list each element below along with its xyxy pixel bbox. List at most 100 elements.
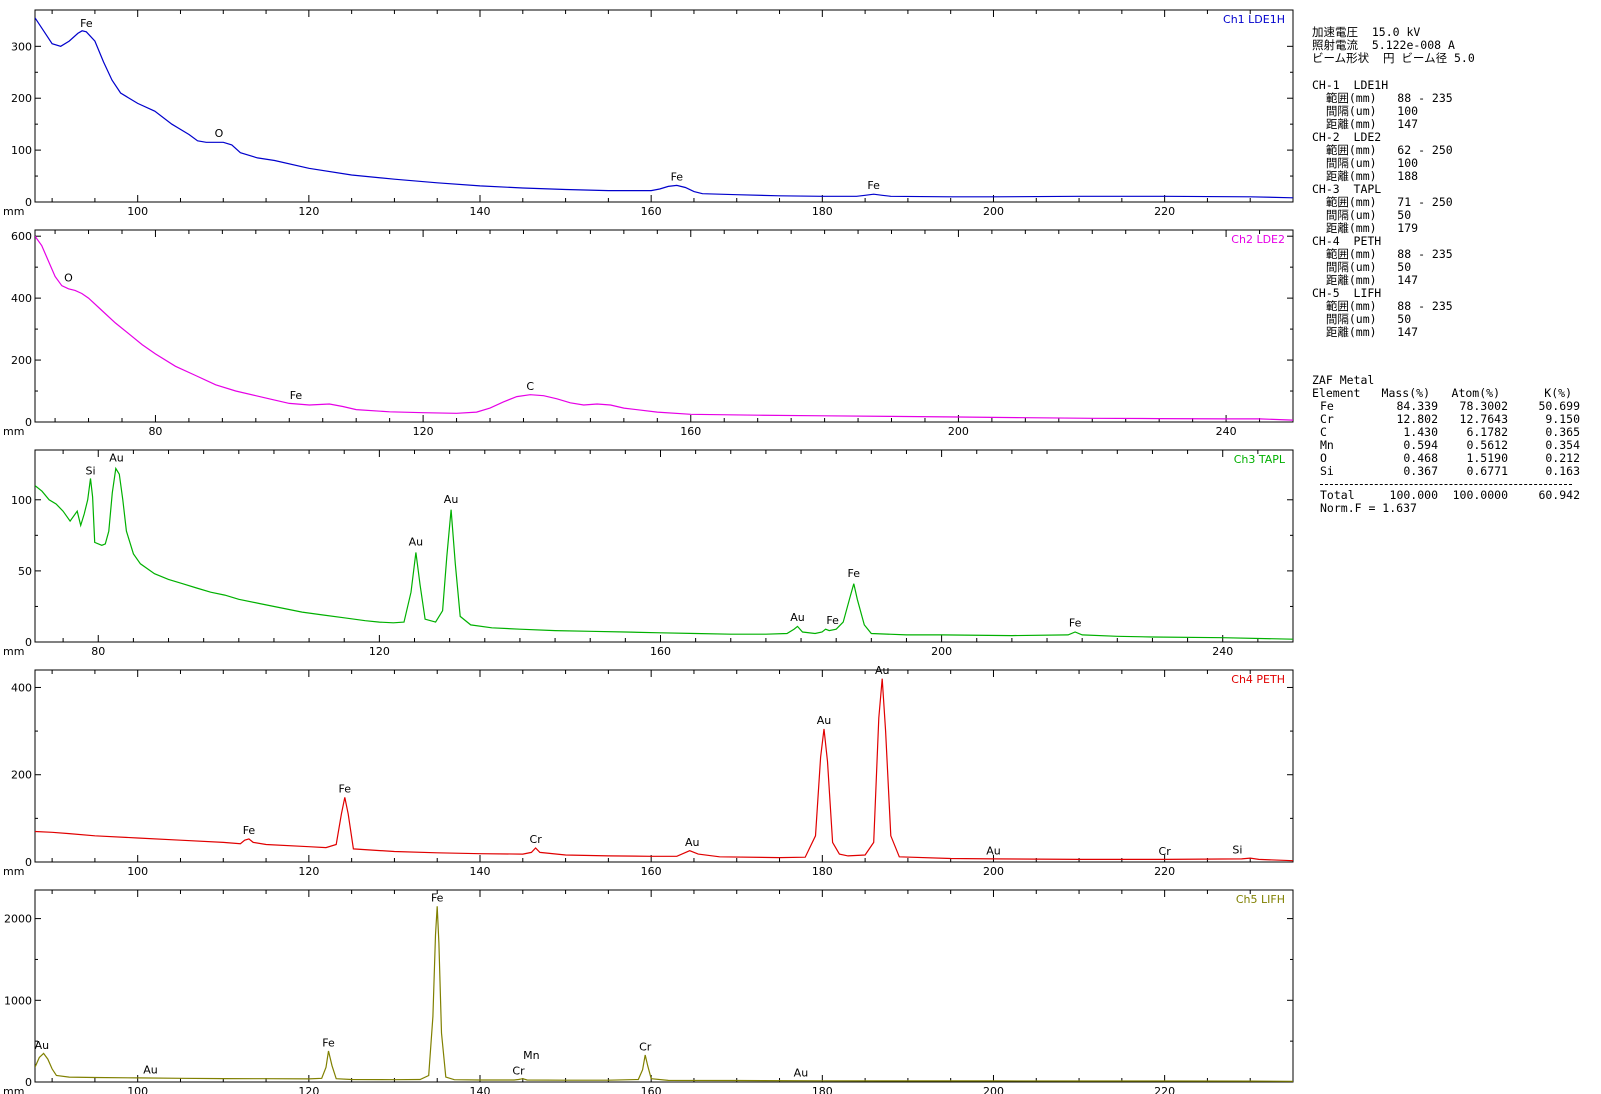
peak-label-au: Au (143, 1064, 158, 1077)
channel-title: Ch5 LIFH (1236, 893, 1285, 906)
x-tick-label: 180 (812, 205, 833, 218)
plot-frame (34, 889, 1294, 1083)
x-tick-label: 200 (948, 425, 969, 438)
zaf-cell: 100.0000 (1452, 488, 1508, 502)
channel-distance: 距離(mm) 147 (1312, 325, 1419, 339)
x-tick-label: 100 (127, 1085, 148, 1094)
peak-label-fe: Fe (243, 824, 256, 837)
y-tick-label: 100 (11, 494, 32, 507)
peak-label-c: C (526, 380, 534, 393)
series-line-1 (35, 678, 1293, 862)
x-tick-label: 160 (641, 865, 662, 878)
x-tick-label: 220 (1154, 205, 1175, 218)
x-tick-label: 120 (298, 1085, 319, 1094)
x-tick-label: 140 (470, 205, 491, 218)
peak-label-au: Au (817, 714, 832, 727)
peak-label-si: Si (1232, 844, 1242, 857)
x-tick-label: 200 (931, 645, 952, 658)
x-tick-label: 80 (91, 645, 105, 658)
x-tick-label: 180 (812, 1085, 833, 1094)
zaf-row: Si 0.367 0.6771 0.163 (1312, 465, 1596, 478)
x-tick-label: 140 (470, 865, 491, 878)
peak-label-cr: Cr (512, 1065, 525, 1078)
zaf-cell: Si (1320, 464, 1334, 478)
peak-label-au: Au (790, 611, 805, 624)
peak-label-au: Au (794, 1067, 809, 1080)
peak-label-fe: Fe (339, 783, 352, 796)
y-tick-label: 400 (11, 292, 32, 305)
x-tick-label: 220 (1154, 865, 1175, 878)
zaf-norm-factor: Norm.F = 1.637 (1320, 501, 1417, 515)
peak-label-si: Si (85, 464, 95, 477)
x-tick-label: 200 (983, 865, 1004, 878)
peak-label-cr: Cr (639, 1041, 652, 1054)
zaf-cell: Cr (1320, 412, 1334, 426)
y-tick-label: 2000 (4, 913, 32, 926)
peak-label-au: Au (409, 536, 424, 549)
x-tick-label: 200 (983, 1085, 1004, 1094)
x-tick-label: 160 (641, 205, 662, 218)
chart-panel-3: 80 120 160 200 240 0 50 100 mm Ch3 TAPL Si Au Au Au Au… (3, 449, 1294, 658)
condition-line: ビーム形状 円 ビーム径 5.0 (1312, 51, 1475, 65)
peak-label-fe: Fe (1069, 617, 1082, 630)
x-tick-label: 160 (650, 645, 671, 658)
zaf-cell: 0.6771 (1466, 464, 1508, 478)
y-tick-label: 0 (25, 1076, 32, 1089)
peak-label-fe: Fe (290, 389, 303, 402)
peak-label-cr: Cr (530, 833, 543, 846)
peak-label-fe: Fe (322, 1037, 335, 1050)
x-tick-label: 120 (298, 205, 319, 218)
plot-frame (34, 449, 1294, 643)
x-tick-label: 240 (1216, 425, 1237, 438)
x-tick-label: 120 (369, 645, 390, 658)
y-tick-label: 0 (25, 636, 32, 649)
peak-label-o: O (64, 272, 73, 285)
peak-label-fe: Fe (848, 567, 861, 580)
x-tick-label: 200 (983, 205, 1004, 218)
zaf-divider (1320, 484, 1572, 485)
x-tick-label: 140 (470, 1085, 491, 1094)
measurement-conditions: 加速電圧 15.0 kV 照射電流 5.122e-008 A ビーム形状 円 ビーム… (1312, 26, 1596, 339)
peak-label-fe: Fe (431, 892, 444, 905)
x-tick-label: 160 (680, 425, 701, 438)
x-unit-label: mm (3, 865, 24, 878)
series-line-1 (35, 235, 1293, 421)
y-tick-label: 300 (11, 40, 32, 53)
chart-panel-2: 80 120 160 200 240 0 200 400 600 mm Ch2 LDE2 O Fe C (3, 229, 1294, 438)
y-tick-label: 200 (11, 769, 32, 782)
y-tick-label: 100 (11, 144, 32, 157)
peak-label-fe: Fe (826, 614, 839, 627)
peak-label-au: Au (109, 452, 124, 465)
chart-panel-1: 100 120 140 160 180 200 220 0 100 200 300 mm Ch1 LDE… (3, 9, 1294, 218)
x-unit-label: mm (3, 645, 24, 658)
y-tick-label: 0 (25, 196, 32, 209)
x-tick-label: 100 (127, 205, 148, 218)
peak-label-au: Au (685, 836, 700, 849)
y-tick-label: 1000 (4, 994, 32, 1007)
zaf-cell: Mn (1320, 438, 1334, 452)
channel-title: Ch4 PETH (1231, 673, 1285, 686)
x-tick-label: 120 (298, 865, 319, 878)
series-line-1 (35, 466, 1293, 640)
y-tick-label: 400 (11, 681, 32, 694)
peak-label-cr: Cr (1159, 845, 1172, 858)
peak-label-au: Au (875, 664, 890, 677)
zaf-cell: 60.942 (1538, 488, 1580, 502)
x-unit-label: mm (3, 1085, 24, 1094)
x-unit-label: mm (3, 425, 24, 438)
peak-label-o: O (215, 127, 224, 140)
x-tick-label: 220 (1154, 1085, 1175, 1094)
y-tick-label: 0 (25, 416, 32, 429)
peak-label-au: Au (444, 493, 459, 506)
peak-label-fe: Fe (671, 170, 684, 183)
x-tick-label: 160 (641, 1085, 662, 1094)
y-tick-label: 200 (11, 354, 32, 367)
zaf-cell: 0.163 (1545, 464, 1580, 478)
y-tick-label: 600 (11, 230, 32, 243)
series-line-1 (35, 906, 1293, 1082)
y-tick-label: 50 (18, 565, 32, 578)
x-tick-label: 80 (148, 425, 162, 438)
series-line-1 (35, 17, 1293, 199)
x-unit-label: mm (3, 205, 24, 218)
peak-label-fe: Fe (80, 17, 93, 30)
